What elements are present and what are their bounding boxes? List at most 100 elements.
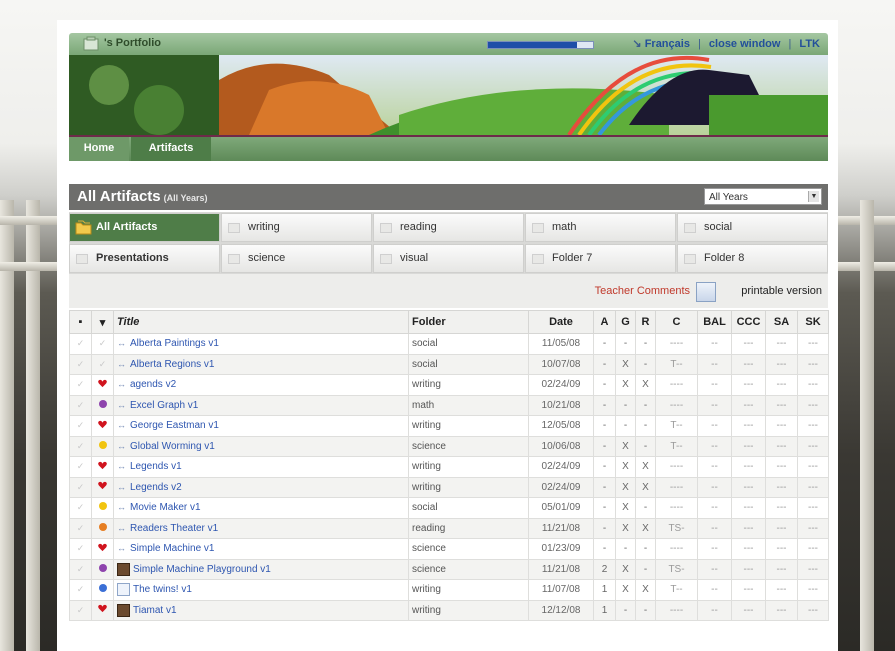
row-mark[interactable] [91, 415, 114, 437]
folder-social[interactable]: social [677, 213, 828, 242]
table-row[interactable]: ✓ The twins! v1 writing 11/07/08 1 X X T-- -- ---… [69, 579, 829, 601]
teacher-comments-link[interactable]: Teacher Comments [595, 285, 690, 297]
table-row[interactable]: ✓ ↔ Excel Graph v1 math 10/21/08- - - ---- -- ---… [69, 394, 829, 416]
row-title[interactable]: ↔ Alberta Regions v1 [113, 353, 409, 375]
folder-math[interactable]: math [525, 213, 676, 242]
column-header-folder[interactable]: Folder [408, 310, 529, 334]
close-window-link[interactable]: close window [709, 38, 781, 50]
row-checkbox[interactable]: ✓ [69, 374, 92, 396]
table-row[interactable]: ✓ ✓ ↔ Alberta Paintings v1 social 11/05/08- - -… [69, 333, 829, 355]
row-title-text: The twins! v1 [133, 584, 192, 596]
folder-writing[interactable]: writing [221, 213, 372, 242]
table-row[interactable]: ✓ Tiamat v1 writing 12/12/08 1- - ---- -- --- ---… [69, 599, 829, 621]
table-row[interactable]: ✓ ↔ Simple Machine v1 science 01/23/09- - - ---… [69, 538, 829, 560]
row-mark[interactable] [91, 435, 114, 457]
row-c: TS- [655, 558, 698, 580]
row-checkbox[interactable]: ✓ [69, 579, 92, 601]
printable-version-link[interactable]: printable version [741, 285, 822, 297]
row-checkbox[interactable]: ✓ [69, 538, 92, 560]
nav-tab-home[interactable]: Home [69, 137, 129, 161]
heart-icon [98, 420, 107, 428]
row-mark[interactable] [91, 599, 114, 621]
row-title[interactable]: Tiamat v1 [113, 599, 409, 621]
table-row[interactable]: ✓ ✓ ↔ Alberta Regions v1 social 10/07/08- X - T-… [69, 353, 829, 375]
column-header-title[interactable]: Title [113, 310, 409, 334]
row-checkbox[interactable]: ✓ [69, 558, 92, 580]
row-mark[interactable] [91, 476, 114, 498]
row-title[interactable]: ↔ agends v2 [113, 374, 409, 396]
row-mark[interactable]: ✓ [91, 333, 114, 355]
row-sk: --- [797, 353, 829, 375]
row-ccc: --- [731, 353, 766, 375]
row-date: 10/07/08 [528, 353, 594, 375]
row-mark[interactable] [91, 497, 114, 519]
row-checkbox[interactable]: ✓ [69, 456, 92, 478]
row-mark[interactable] [91, 579, 114, 601]
row-checkbox[interactable]: ✓ [69, 353, 92, 375]
column-header-r[interactable]: R [635, 310, 656, 334]
column-header-bal[interactable]: BAL [697, 310, 732, 334]
row-checkbox[interactable]: ✓ [69, 333, 92, 355]
row-title[interactable]: ↔ Excel Graph v1 [113, 394, 409, 416]
row-checkbox[interactable]: ✓ [69, 394, 92, 416]
row-title[interactable]: ↔ Alberta Paintings v1 [113, 333, 409, 355]
row-ccc: --- [731, 497, 766, 519]
french-link[interactable]: Français [645, 38, 690, 50]
table-row[interactable]: ✓ ↔ agends v2 writing 02/24/09- X X ---- -- --- --… [69, 374, 829, 396]
row-title[interactable]: ↔ George Eastman v1 [113, 415, 409, 437]
folder-8[interactable]: Folder 8 [677, 244, 828, 273]
column-header-c[interactable]: C [655, 310, 698, 334]
row-checkbox[interactable]: ✓ [69, 435, 92, 457]
column-header-sk[interactable]: SK [797, 310, 829, 334]
row-checkbox[interactable]: ✓ [69, 476, 92, 498]
column-header-a[interactable]: A [593, 310, 616, 334]
row-checkbox[interactable]: ✓ [69, 497, 92, 519]
column-header-date[interactable]: Date [528, 310, 594, 334]
column-header-ccc[interactable]: CCC [731, 310, 766, 334]
row-title-text: Global Worming v1 [130, 440, 215, 452]
column-header-g[interactable]: G [615, 310, 636, 334]
row-checkbox[interactable]: ✓ [69, 415, 92, 437]
row-title[interactable]: ↔ Readers Theater v1 [113, 517, 409, 539]
row-ccc: --- [731, 415, 766, 437]
row-title[interactable]: Simple Machine Playground v1 [113, 558, 409, 580]
folder-presentations[interactable]: Presentations [69, 244, 220, 273]
ltk-link[interactable]: LTK [799, 38, 820, 50]
nav-tab-artifacts[interactable]: Artifacts [131, 137, 211, 161]
table-row[interactable]: ✓ ↔ Movie Maker v1 social 05/01/09- X - ---- -- -… [69, 497, 829, 519]
row-mark[interactable] [91, 538, 114, 560]
row-mark[interactable] [91, 456, 114, 478]
year-select[interactable]: All Years ▼ [704, 188, 822, 205]
row-checkbox[interactable]: ✓ [69, 599, 92, 621]
row-mark[interactable]: ✓ [91, 353, 114, 375]
row-mark[interactable] [91, 558, 114, 580]
row-mark[interactable] [91, 394, 114, 416]
mark-column-header[interactable]: ▾ [91, 310, 114, 334]
row-c: ---- [655, 456, 698, 478]
folder-all-artifacts[interactable]: All Artifacts [69, 213, 220, 242]
table-row[interactable]: ✓ ↔ Legends v2 writing 02/24/09- X X ---- -- --- -… [69, 476, 829, 498]
row-title[interactable]: ↔ Global Worming v1 [113, 435, 409, 457]
row-mark[interactable] [91, 374, 114, 396]
table-row[interactable]: ✓ ↔ George Eastman v1 writing 12/05/08- - - T--… [69, 415, 829, 437]
row-checkbox[interactable]: ✓ [69, 517, 92, 539]
row-title[interactable]: The twins! v1 [113, 579, 409, 601]
row-title[interactable]: ↔ Simple Machine v1 [113, 538, 409, 560]
folder-7[interactable]: Folder 7 [525, 244, 676, 273]
select-column-header[interactable]: ▪ [69, 310, 92, 334]
row-mark[interactable] [91, 517, 114, 539]
table-row[interactable]: ✓ Simple Machine Playground v1 science 11/2… [69, 558, 829, 580]
table-row[interactable]: ✓ ↔ Global Worming v1 science 10/06/08- X - T--… [69, 435, 829, 457]
table-row[interactable]: ✓ ↔ Legends v1 writing 02/24/09- X X ---- -- --- -… [69, 456, 829, 478]
mark-dot-icon [98, 502, 107, 511]
folder-science[interactable]: science [221, 244, 372, 273]
table-row[interactable]: ✓ ↔ Readers Theater v1 reading 11/21/08- X X TS… [69, 517, 829, 539]
column-header-sa[interactable]: SA [765, 310, 798, 334]
row-title[interactable]: ↔ Legends v2 [113, 476, 409, 498]
folder-reading[interactable]: reading [373, 213, 524, 242]
folder-visual[interactable]: visual [373, 244, 524, 273]
row-g: X [615, 374, 636, 396]
row-title[interactable]: ↔ Legends v1 [113, 456, 409, 478]
row-title[interactable]: ↔ Movie Maker v1 [113, 497, 409, 519]
printer-icon[interactable] [696, 282, 716, 302]
